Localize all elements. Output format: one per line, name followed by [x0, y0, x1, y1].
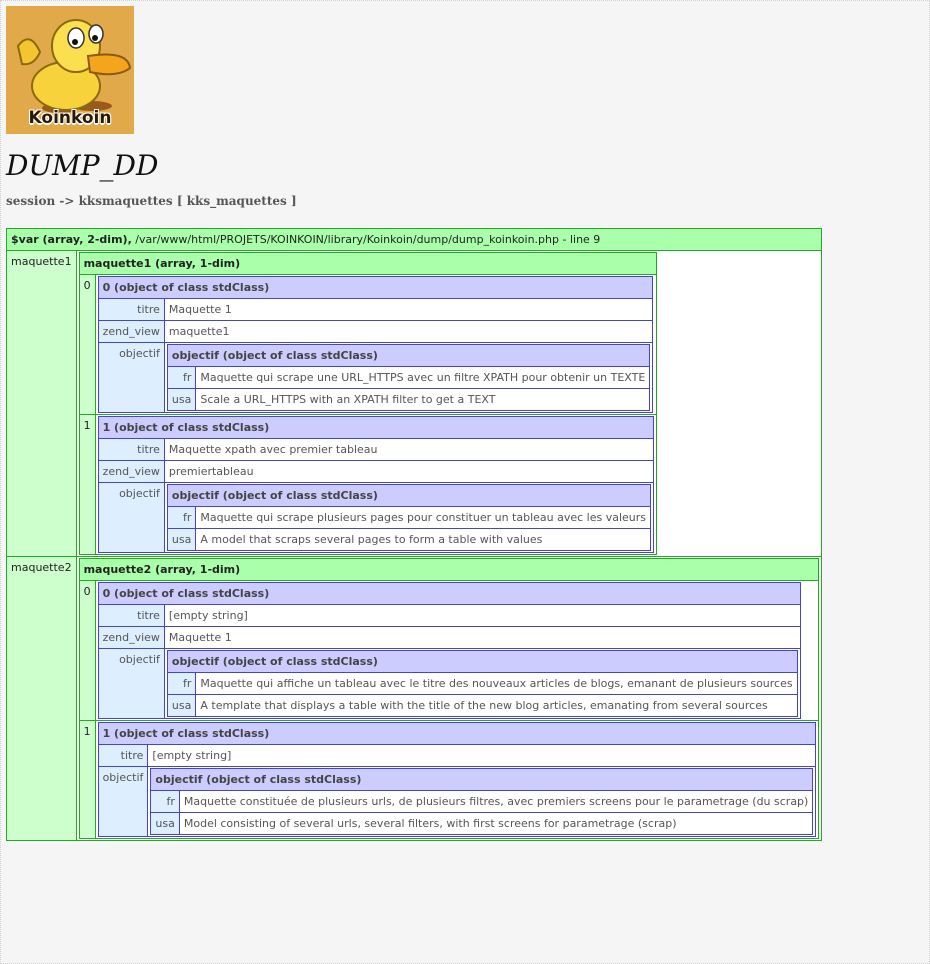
- prop-key-titre: titre: [98, 299, 164, 320]
- maquette2-item1-object: 1 (object of class stdClass) titre [empty…: [97, 722, 817, 837]
- objectif-object: objectif (object of class stdClass) fr Ma…: [166, 344, 651, 411]
- prop-value-titre: [empty string]: [148, 745, 816, 766]
- maquette2-row: maquette2 maquette2 (array, 1-dim) 0 0 (…: [7, 557, 822, 840]
- maquette1-row: maquette1 maquette1 (array, 1-dim) 0 0 (…: [7, 251, 822, 556]
- prop-key-zend-view: zend_view: [98, 321, 164, 342]
- maquette2-key: maquette2: [7, 557, 76, 840]
- maquette2-item0-object: 0 (object of class stdClass) titre [empty…: [97, 582, 801, 719]
- prop-value-usa: Model consisting of several urls, severa…: [179, 813, 813, 834]
- koinkoin-logo: Koinkoin: [6, 6, 134, 134]
- prop-key-zend-view: zend_view: [98, 627, 164, 648]
- logo-text: Koinkoin: [28, 108, 112, 128]
- prop-value-fr: Maquette qui scrape plusieurs pages pour…: [196, 507, 651, 528]
- objectif-header: objectif (object of class stdClass): [151, 769, 813, 790]
- prop-value-titre: Maquette 1: [164, 299, 653, 320]
- prop-key-fr: fr: [167, 367, 196, 388]
- prop-key-fr: fr: [151, 791, 179, 812]
- maquette1-value: maquette1 (array, 1-dim) 0 0 (object of …: [76, 251, 822, 556]
- prop-key-fr: fr: [167, 507, 196, 528]
- prop-value-fr: Maquette qui affiche un tableau avec le …: [196, 673, 797, 694]
- prop-key-usa: usa: [167, 389, 196, 410]
- maquette1-key: maquette1: [7, 251, 76, 556]
- prop-value-fr: Maquette constituée de plusieurs urls, d…: [179, 791, 813, 812]
- objectif-header: objectif (object of class stdClass): [167, 345, 650, 366]
- prop-key-objectif: objectif: [98, 767, 148, 836]
- prop-value-zend-view: premiertableau: [164, 461, 654, 482]
- object-header: 0 (object of class stdClass): [98, 277, 653, 298]
- prop-key-usa: usa: [167, 529, 196, 550]
- maquette1-array-table: maquette1 (array, 1-dim) 0 0 (object of …: [78, 252, 658, 555]
- prop-key-usa: usa: [151, 813, 179, 834]
- maquette2-value: maquette2 (array, 1-dim) 0 0 (object of …: [76, 557, 822, 840]
- prop-key-titre: titre: [98, 439, 164, 460]
- maquette1-array-header: maquette1 (array, 1-dim): [79, 253, 657, 274]
- maquette1-item-row: 1 1 (object of class stdClass) titre Maqu…: [79, 415, 657, 554]
- maquette1-item0-object: 0 (object of class stdClass) titre Maquet…: [97, 276, 654, 413]
- maquette2-array-header: maquette2 (array, 1-dim): [79, 559, 819, 580]
- objectif-header: objectif (object of class stdClass): [167, 485, 651, 506]
- var-dump-location: /var/www/html/PROJETS/KOINKOIN/library/K…: [131, 233, 601, 246]
- prop-value-zend-view: maquette1: [164, 321, 653, 342]
- objectif-object: objectif (object of class stdClass) fr Ma…: [150, 768, 814, 835]
- maquette2-item-index: 0: [79, 581, 95, 720]
- page-title: DUMP_DD: [6, 149, 159, 182]
- prop-value-fr: Maquette qui scrape une URL_HTTPS avec u…: [196, 367, 650, 388]
- objectif-object: objectif (object of class stdClass) fr Ma…: [166, 650, 798, 717]
- prop-key-objectif: objectif: [98, 649, 164, 718]
- prop-key-zend-view: zend_view: [98, 461, 164, 482]
- maquette1-item-index: 1: [79, 415, 95, 554]
- objectif-header: objectif (object of class stdClass): [167, 651, 797, 672]
- prop-value-usa: Scale a URL_HTTPS with an XPATH filter t…: [196, 389, 650, 410]
- maquette2-item-index: 1: [79, 721, 95, 838]
- prop-value-titre: Maquette xpath avec premier tableau: [164, 439, 654, 460]
- object-header: 0 (object of class stdClass): [98, 583, 800, 604]
- maquette1-item-row: 0 0 (object of class stdClass) titre Maqu…: [79, 275, 657, 414]
- var-dump-name: $var (array, 2-dim),: [11, 233, 132, 246]
- prop-key-fr: fr: [167, 673, 196, 694]
- prop-value-usa: A template that displays a table with th…: [196, 695, 797, 716]
- maquette2-item-row: 1 1 (object of class stdClass) titre [emp…: [79, 721, 819, 838]
- maquette1-item-index: 0: [79, 275, 95, 414]
- object-header: 1 (object of class stdClass): [98, 417, 654, 438]
- maquette2-array-table: maquette2 (array, 1-dim) 0 0 (object of …: [78, 558, 820, 839]
- maquette2-item-row: 0 0 (object of class stdClass) titre [emp…: [79, 581, 819, 720]
- prop-value-titre: [empty string]: [164, 605, 800, 626]
- object-header: 1 (object of class stdClass): [98, 723, 816, 744]
- prop-key-titre: titre: [98, 745, 148, 766]
- prop-key-objectif: objectif: [98, 343, 164, 412]
- var-dump-table: $var (array, 2-dim), /var/www/html/PROJE…: [6, 228, 823, 841]
- maquette1-item1-object: 1 (object of class stdClass) titre Maquet…: [97, 416, 655, 553]
- prop-value-usa: A model that scraps several pages to for…: [196, 529, 651, 550]
- objectif-object: objectif (object of class stdClass) fr Ma…: [166, 484, 652, 551]
- prop-key-usa: usa: [167, 695, 196, 716]
- prop-value-zend-view: Maquette 1: [164, 627, 800, 648]
- breadcrumb: session -> kksmaquettes [ kks_maquettes …: [6, 194, 297, 208]
- prop-key-objectif: objectif: [98, 483, 164, 552]
- var-dump-header: $var (array, 2-dim), /var/www/html/PROJE…: [7, 229, 822, 250]
- prop-key-titre: titre: [98, 605, 164, 626]
